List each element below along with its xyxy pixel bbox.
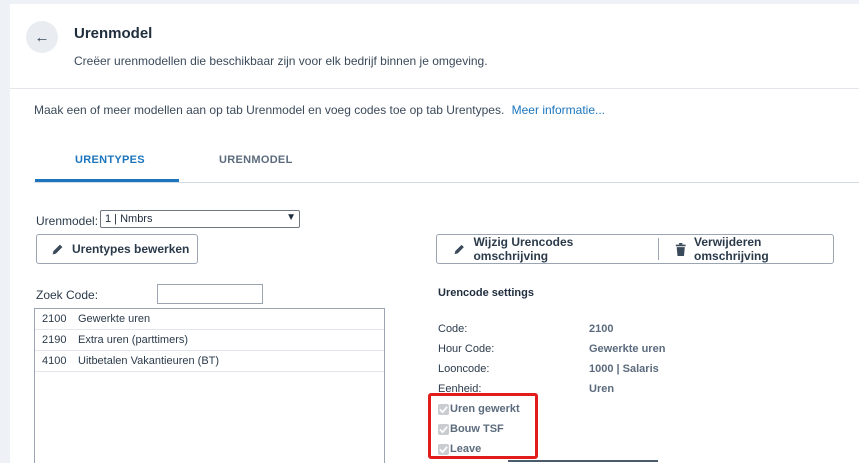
list-item[interactable]: 2100 Gewerkte uren xyxy=(35,309,384,330)
tab-urentypes[interactable]: URENTYPES xyxy=(75,154,145,166)
check-icon xyxy=(439,445,448,453)
verwijder-omschrijving-button[interactable]: Verwijderen omschrijving xyxy=(659,235,833,263)
zoek-code-input[interactable] xyxy=(157,284,263,304)
page-subtitle: Creëer urenmodellen die beschikbaar zijn… xyxy=(74,54,488,68)
list-item-code: 2100 xyxy=(42,313,67,325)
zoek-code-label: Zoek Code: xyxy=(36,288,99,302)
code-value: 2100 xyxy=(589,323,614,335)
list-item-desc: Gewerkte uren xyxy=(78,313,151,325)
bouw-tsf-checkbox[interactable] xyxy=(438,423,449,435)
verwijder-omschrijving-label: Verwijderen omschrijving xyxy=(694,235,769,263)
tab-bar: URENTYPES URENMODEL xyxy=(34,144,859,183)
uren-gewerkt-check-row: Uren gewerkt xyxy=(438,401,520,417)
edit-urentypes-button[interactable]: Urentypes bewerken xyxy=(36,234,198,264)
bouw-tsf-label: Bouw TSF xyxy=(450,423,504,435)
main-panel: ← Urenmodel Creëer urenmodellen die besc… xyxy=(10,4,859,463)
hour-code-value: Gewerkte uren xyxy=(589,343,666,355)
code-list[interactable]: 2100 Gewerkte uren 2190 Extra uren (part… xyxy=(34,308,385,463)
settings-title: Urencode settings xyxy=(438,287,534,299)
wijzig-omschrijving-label: Wijzig Urencodes omschrijving xyxy=(473,235,574,263)
active-tab-indicator xyxy=(35,179,179,182)
pencil-icon xyxy=(52,244,63,254)
wijzig-omschrijving-button[interactable]: Wijzig Urencodes omschrijving xyxy=(437,235,644,263)
leave-check-row: Leave xyxy=(438,441,481,457)
urenmodel-label: Urenmodel: xyxy=(36,214,99,228)
list-item-desc: Extra uren (parttimers) xyxy=(78,334,189,346)
chevron-down-icon: ▼ xyxy=(286,212,296,223)
looncode-label: Looncode: xyxy=(438,363,490,375)
page-title: Urenmodel xyxy=(74,25,153,42)
looncode-value: 1000 | Salaris xyxy=(589,363,659,375)
eenheid-label: Eenheid: xyxy=(438,383,482,395)
leave-label: Leave xyxy=(450,443,482,455)
code-label: Code: xyxy=(438,323,468,335)
check-icon xyxy=(439,405,448,413)
bouw-tsf-check-row: Bouw TSF xyxy=(438,421,504,437)
list-item[interactable]: 4100 Uitbetalen Vakantieuren (BT) xyxy=(35,351,384,372)
page-header: ← Urenmodel Creëer urenmodellen die besc… xyxy=(10,4,859,89)
leave-checkbox[interactable] xyxy=(438,443,449,455)
trash-icon xyxy=(675,242,686,256)
list-item-desc: Uitbetalen Vakantieuren (BT) xyxy=(78,355,220,367)
urenmodel-select-value: 1 | Nmbrs xyxy=(105,213,153,225)
pencil-icon xyxy=(454,244,464,254)
hour-code-label: Hour Code: xyxy=(438,343,495,355)
eenheid-value: Uren xyxy=(589,383,615,395)
more-info-link[interactable]: Meer informatie... xyxy=(512,103,605,117)
divider-line xyxy=(508,460,658,462)
urenmodel-select[interactable]: 1 | Nmbrs ▼ xyxy=(100,210,300,228)
list-item[interactable]: 2190 Extra uren (parttimers) xyxy=(35,330,384,351)
list-item-code: 2190 xyxy=(42,334,67,346)
settings-action-group: Wijzig Urencodes omschrijving Verwijdere… xyxy=(436,234,834,264)
uren-gewerkt-label: Uren gewerkt xyxy=(450,403,520,415)
list-item-code: 4100 xyxy=(42,355,67,367)
arrow-left-icon: ← xyxy=(34,28,50,46)
tab-urenmodel[interactable]: URENMODEL xyxy=(219,154,293,166)
uren-gewerkt-checkbox[interactable] xyxy=(438,403,449,415)
back-button[interactable]: ← xyxy=(26,21,58,53)
info-description: Maak een of meer modellen aan op tab Ure… xyxy=(34,103,505,117)
edit-urentypes-label: Urentypes bewerken xyxy=(72,242,190,256)
check-icon xyxy=(439,425,448,433)
info-text: Maak een of meer modellen aan op tab Ure… xyxy=(34,103,605,117)
